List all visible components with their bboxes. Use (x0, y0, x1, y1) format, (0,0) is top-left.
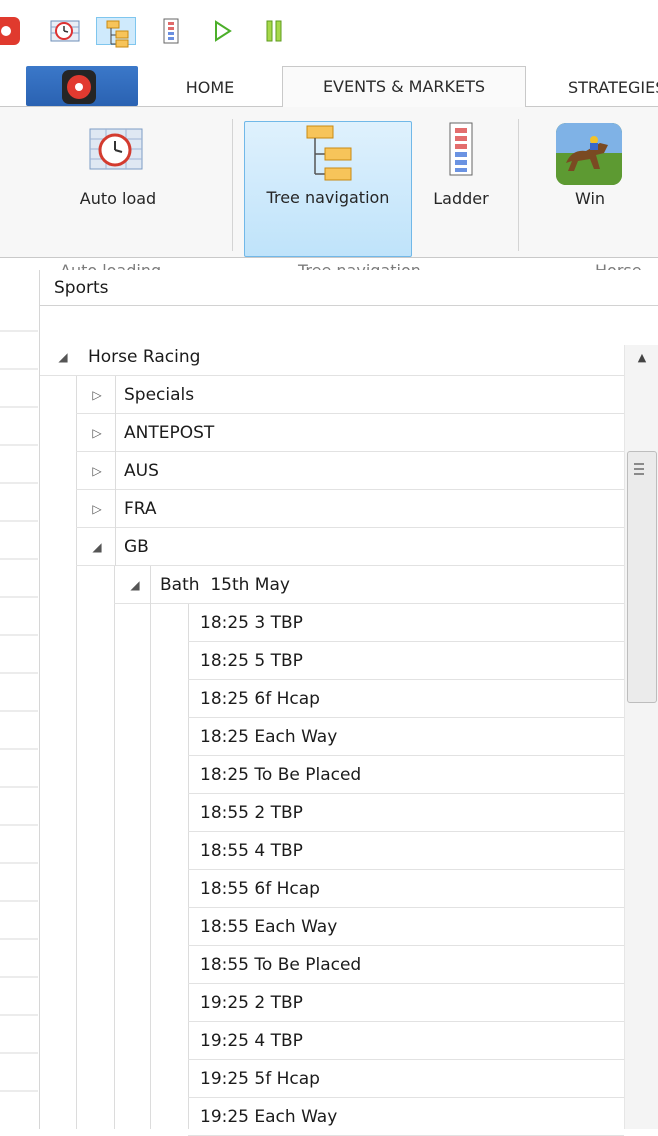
application-menu-button[interactable] (26, 66, 138, 106)
market-label: 18:55 2 TBP (200, 803, 303, 823)
tree-guide-line (150, 604, 151, 1129)
tree-navigation-icon (301, 124, 357, 182)
ladder-button[interactable]: Ladder (420, 121, 502, 231)
tree-node-label: FRA (124, 499, 157, 519)
tab-strategies[interactable]: STRATEGIES (534, 68, 658, 106)
ribbon-panel: Auto load Tree navigation Ladder Win (0, 106, 658, 280)
market-label: 18:55 To Be Placed (200, 955, 362, 975)
tree-node-label: AUS (124, 461, 159, 481)
market-label: 18:55 4 TBP (200, 841, 303, 861)
market-label: 18:55 Each Way (200, 917, 338, 937)
market-label: 18:25 Each Way (200, 727, 338, 747)
win-button[interactable]: Win (552, 121, 628, 231)
group-separator (518, 119, 519, 251)
tab-events-markets[interactable]: EVENTS & MARKETS (282, 66, 526, 107)
market-label: 19:25 4 TBP (200, 1031, 303, 1051)
tree-node-gb[interactable]: ◢ GB (76, 528, 624, 566)
market-row[interactable]: 19:25 2 TBP (188, 984, 624, 1022)
market-row[interactable]: 18:55 To Be Placed (188, 946, 624, 984)
market-row[interactable]: 18:25 To Be Placed (188, 756, 624, 794)
market-row[interactable]: 19:25 Each Way (188, 1098, 624, 1136)
collapse-triangle-icon[interactable]: ◢ (52, 338, 74, 376)
collapse-triangle-icon[interactable]: ◢ (86, 528, 108, 566)
app-logo-icon (62, 70, 96, 104)
market-label: 18:55 6f Hcap (200, 879, 320, 899)
expand-triangle-icon[interactable]: ▷ (86, 490, 108, 528)
market-row[interactable]: 18:25 6f Hcap (188, 680, 624, 718)
market-row[interactable]: 19:25 5f Hcap (188, 1060, 624, 1098)
tree-navigation-icon[interactable] (96, 17, 136, 48)
tree-node-horse-racing[interactable]: ◢ Horse Racing (40, 338, 624, 376)
market-label: 18:25 To Be Placed (200, 765, 362, 785)
ladder-icon[interactable] (162, 17, 180, 45)
expand-triangle-icon[interactable]: ▷ (86, 376, 108, 414)
ladder-icon (444, 121, 478, 177)
tree-node-fra[interactable]: ▷ FRA (76, 490, 624, 528)
market-row[interactable]: 18:55 2 TBP (188, 794, 624, 832)
market-label: 19:25 5f Hcap (200, 1069, 320, 1089)
tree-header: Sports (40, 270, 658, 306)
ribbon-tabs: HOME EVENTS & MARKETS STRATEGIES (0, 60, 658, 107)
market-label: 19:25 2 TBP (200, 993, 303, 1013)
tab-home[interactable]: HOME (146, 68, 274, 106)
scroll-up-arrow-icon[interactable]: ▲ (625, 351, 658, 364)
auto-load-label: Auto load (79, 189, 157, 208)
tree-node-label: Horse Racing (88, 347, 201, 367)
expand-triangle-icon[interactable]: ▷ (86, 414, 108, 452)
market-row[interactable]: 18:55 Each Way (188, 908, 624, 946)
auto-load-icon[interactable] (50, 17, 80, 45)
group-separator (232, 119, 233, 251)
market-row[interactable]: 18:25 Each Way (188, 718, 624, 756)
auto-load-button[interactable]: Auto load (58, 121, 178, 231)
market-row[interactable]: 18:25 5 TBP (188, 642, 624, 680)
row-gutter (0, 270, 40, 1129)
expand-triangle-icon[interactable]: ▷ (86, 452, 108, 490)
market-row[interactable]: 18:55 4 TBP (188, 832, 624, 870)
win-label: Win (574, 189, 606, 208)
app-logo-icon[interactable] (0, 17, 20, 45)
tree-header-label: Sports (54, 278, 109, 298)
tree-node-aus[interactable]: ▷ AUS (76, 452, 624, 490)
tree-node-bath-meeting[interactable]: ◢ Bath 15th May (114, 566, 624, 604)
tree-node-antepost[interactable]: ▷ ANTEPOST (76, 414, 624, 452)
tree-node-label: Bath 15th May (160, 575, 290, 595)
tree-navigation-label: Tree navigation (266, 188, 390, 207)
market-label: 18:25 3 TBP (200, 613, 303, 633)
tree-node-label: Specials (124, 385, 195, 405)
market-row[interactable]: 19:25 4 TBP (188, 1022, 624, 1060)
pause-icon[interactable] (264, 17, 284, 45)
tree-guide-line (114, 566, 115, 1129)
play-icon[interactable] (213, 17, 233, 45)
tree-node-label: ANTEPOST (124, 423, 215, 443)
tree-node-specials[interactable]: ▷ Specials (76, 376, 624, 414)
collapse-triangle-icon[interactable]: ◢ (124, 566, 146, 604)
market-label: 18:25 5 TBP (200, 651, 303, 671)
auto-load-icon (88, 123, 144, 175)
market-row[interactable]: 18:25 3 TBP (188, 604, 624, 642)
vertical-scrollbar[interactable]: ▲ (624, 345, 658, 1129)
racehorse-icon (556, 123, 622, 185)
ladder-label: Ladder (433, 189, 489, 208)
quick-access-toolbar (0, 0, 658, 60)
tree-navigation-button[interactable]: Tree navigation (244, 121, 412, 257)
tree-node-label: GB (124, 537, 149, 557)
market-label: 19:25 Each Way (200, 1107, 338, 1127)
market-row[interactable]: 18:55 6f Hcap (188, 870, 624, 908)
grip-icon (634, 463, 644, 475)
scrollbar-thumb[interactable] (627, 451, 657, 703)
market-label: 18:25 6f Hcap (200, 689, 320, 709)
